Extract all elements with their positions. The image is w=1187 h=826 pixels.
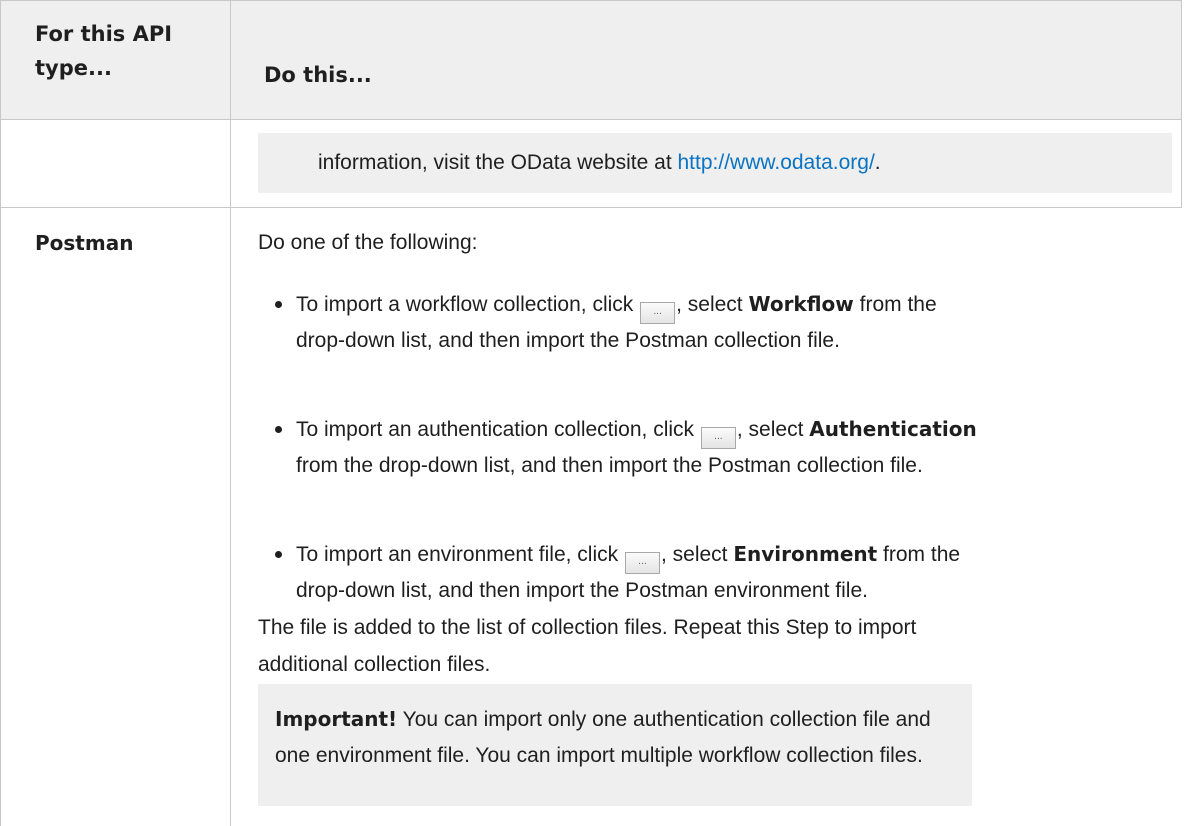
postman-intro: Do one of the following: <box>258 231 478 254</box>
header-api-type: For this API type... <box>35 22 173 80</box>
bullet-marker <box>275 426 282 433</box>
paragraph-line2: additional collection files. <box>258 653 491 676</box>
important-label: Important! <box>275 707 398 731</box>
column-divider <box>230 0 231 826</box>
odata-website-link[interactable]: http://www.odata.org/ <box>678 151 875 174</box>
browse-button[interactable]: ... <box>624 552 660 574</box>
bullet-marker <box>275 551 282 558</box>
api-type-table: For this API type... Do this... informat… <box>0 0 1187 826</box>
table-right-border <box>1181 0 1182 208</box>
header-bottom-border <box>0 119 1182 120</box>
bullet-workflow-line2: drop-down list, and then import the Post… <box>296 329 840 352</box>
api-type-postman: Postman <box>35 231 134 255</box>
bullet-workflow-line1: To import a workflow collection, click .… <box>296 289 937 324</box>
browse-button[interactable]: ... <box>640 302 676 324</box>
bullet-authentication-line1: To import an authentication collection, … <box>296 414 977 449</box>
table-top-border <box>0 0 1182 1</box>
paragraph-line1: The file is added to the list of collect… <box>258 616 917 639</box>
important-note-line1: Important! You can import only one authe… <box>275 707 931 731</box>
bullet-environment-line1: To import an environment file, click ...… <box>296 539 960 574</box>
table-left-border <box>0 0 1 826</box>
bullet-authentication-line2: from the drop-down list, and then import… <box>296 454 923 477</box>
odata-note-text: information, visit the OData website at … <box>318 151 881 174</box>
bullet-environment-line2: drop-down list, and then import the Post… <box>296 579 868 602</box>
browse-button[interactable]: ... <box>700 427 736 449</box>
row-divider <box>0 207 1182 208</box>
bullet-marker <box>275 301 282 308</box>
header-do-this: Do this... <box>264 63 372 87</box>
important-note-line2: one environment file. You can import mul… <box>275 744 923 767</box>
